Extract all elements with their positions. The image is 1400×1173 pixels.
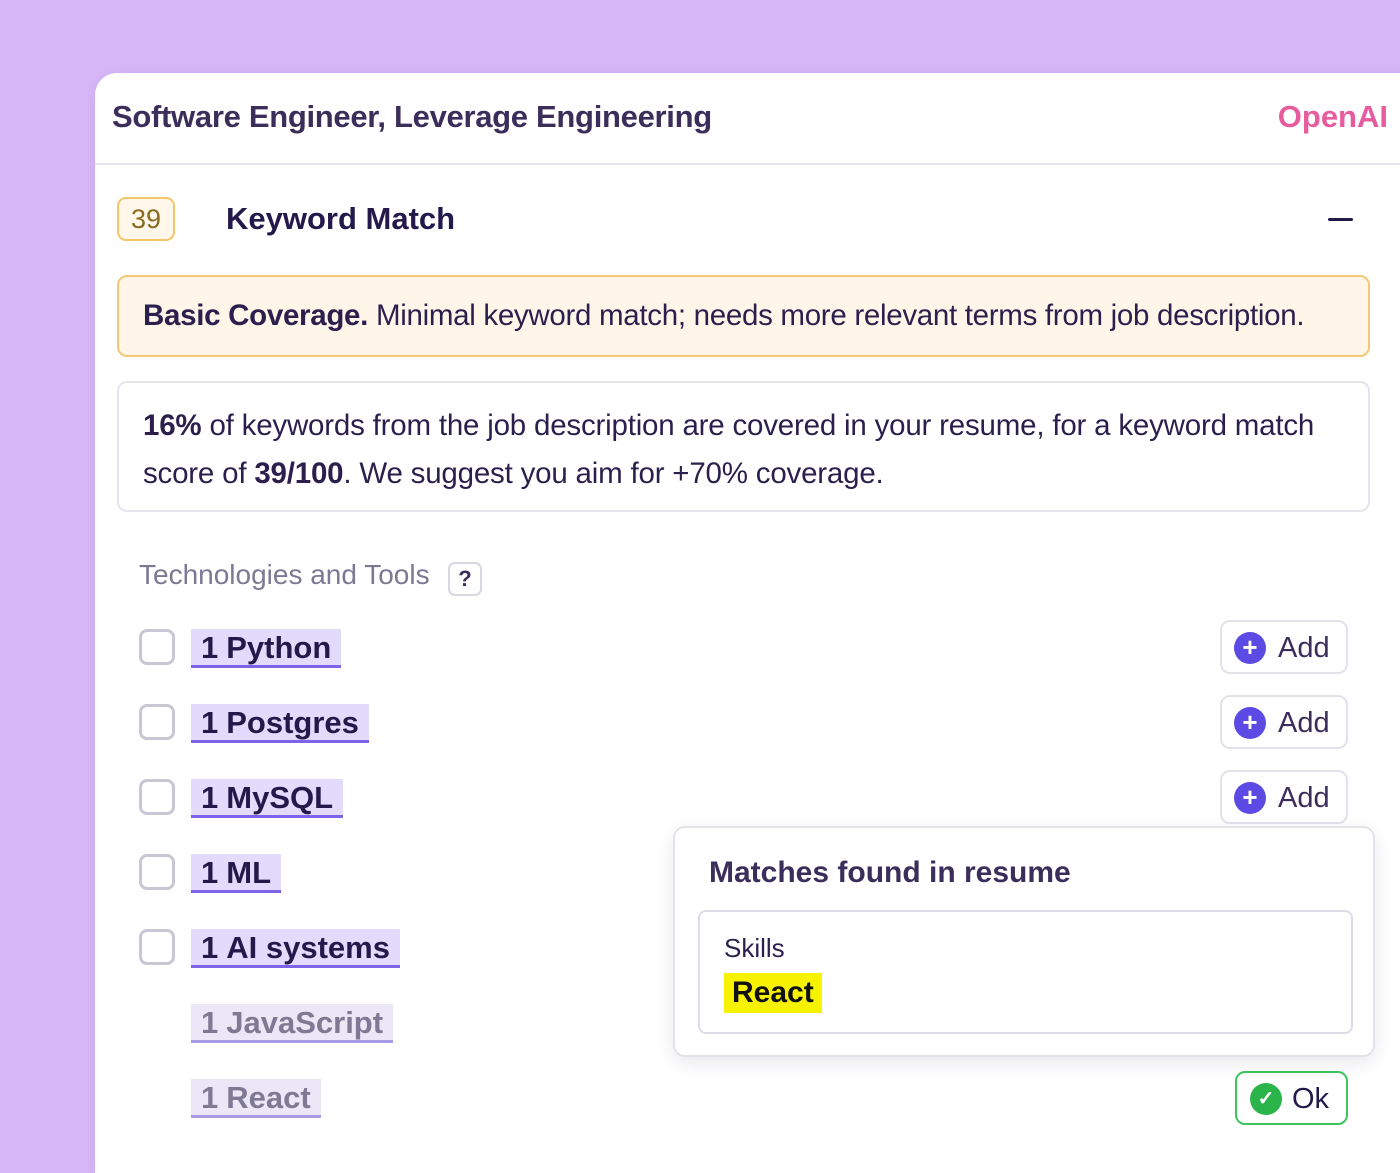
score-badge: 39 xyxy=(117,197,175,241)
add-label: Add xyxy=(1278,782,1330,814)
coverage-suggestion: . We suggest you aim for +70% coverage. xyxy=(343,457,884,490)
coverage-percent: 16% xyxy=(143,409,202,442)
coverage-text: Minimal keyword match; needs more releva… xyxy=(368,299,1305,332)
keyword-checkbox[interactable] xyxy=(139,704,175,740)
add-label: Add xyxy=(1278,707,1330,739)
matches-popover: Matches found in resume Skills React xyxy=(673,826,1375,1057)
add-button[interactable]: + Add xyxy=(1220,695,1348,749)
checkmark-icon: ✓ xyxy=(1250,1083,1282,1115)
keyword-name: React xyxy=(226,1080,311,1115)
keyword-name: Postgres xyxy=(226,705,359,740)
section-title: Keyword Match xyxy=(226,201,456,236)
keyword-chip[interactable]: 1 AI systems xyxy=(191,929,400,968)
add-button[interactable]: + Add xyxy=(1220,770,1348,824)
keyword-count: 1 xyxy=(201,780,219,815)
keyword-name: JavaScript xyxy=(226,1005,384,1040)
add-button[interactable]: + Add xyxy=(1220,620,1348,674)
ok-button[interactable]: ✓ Ok xyxy=(1235,1071,1348,1125)
keyword-count: 1 xyxy=(201,1080,219,1115)
match-details: Skills React xyxy=(698,910,1353,1034)
category-label: Technologies and Tools xyxy=(139,559,430,590)
job-card: Software Engineer, Leverage Engineering … xyxy=(95,73,1400,1173)
keyword-chip[interactable]: 1 Python xyxy=(191,629,342,668)
keyword-checkbox[interactable] xyxy=(139,929,175,965)
minus-icon[interactable] xyxy=(1328,218,1353,221)
keyword-count: 1 xyxy=(201,855,219,890)
plus-icon: + xyxy=(1234,782,1266,814)
keyword-chip[interactable]: 1 ML xyxy=(191,854,282,893)
company-name[interactable]: OpenAI xyxy=(1278,99,1388,135)
match-section-label: Skills xyxy=(724,933,785,963)
add-label: Add xyxy=(1278,632,1330,664)
keyword-checkbox[interactable] xyxy=(139,779,175,815)
job-title: Software Engineer, Leverage Engineering xyxy=(112,99,712,134)
coverage-label: Basic Coverage. xyxy=(143,299,369,332)
coverage-info: 16% of keywords from the job description… xyxy=(117,381,1370,512)
match-score: 39/100 xyxy=(254,457,344,490)
keyword-name: MySQL xyxy=(226,780,334,815)
help-icon[interactable]: ? xyxy=(448,562,482,596)
keyword-name: AI systems xyxy=(226,930,390,965)
popover-title: Matches found in resume xyxy=(709,856,1071,889)
keyword-chip[interactable]: 1 MySQL xyxy=(191,779,344,818)
keyword-chip-matched[interactable]: 1 React xyxy=(191,1079,321,1118)
keyword-chip[interactable]: 1 Postgres xyxy=(191,704,369,743)
coverage-banner: Basic Coverage. Minimal keyword match; n… xyxy=(117,275,1370,357)
keyword-chip-matched[interactable]: 1 JavaScript xyxy=(191,1004,394,1043)
keyword-checkbox[interactable] xyxy=(139,629,175,665)
plus-icon: + xyxy=(1234,632,1266,664)
ok-label: Ok xyxy=(1292,1083,1330,1115)
card-header: Software Engineer, Leverage Engineering … xyxy=(95,73,1400,165)
keyword-name: Python xyxy=(226,630,332,665)
keyword-count: 1 xyxy=(201,930,219,965)
keyword-count: 1 xyxy=(201,630,219,665)
keyword-name: ML xyxy=(226,855,272,890)
match-highlight: React xyxy=(724,973,822,1013)
keyword-count: 1 xyxy=(201,705,219,740)
plus-icon: + xyxy=(1234,707,1266,739)
keyword-checkbox[interactable] xyxy=(139,854,175,890)
keyword-count: 1 xyxy=(201,1005,219,1040)
